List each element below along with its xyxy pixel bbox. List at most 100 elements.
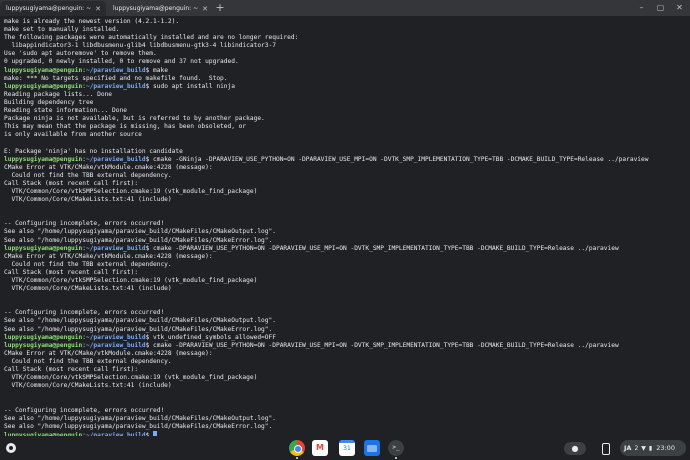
tab-terminal-2[interactable]: luppysugiyama@penguin: ~/paravi ✕ [107, 1, 213, 16]
notification-icon: 2 [634, 444, 639, 452]
running-indicator [296, 457, 298, 459]
status-area[interactable]: JA 2 ▼ ▮ 23:00 [620, 440, 686, 456]
wifi-icon: ▼ [641, 444, 646, 452]
terminal-line: See also "/home/luppysugiyama/paraview_b… [4, 236, 273, 244]
phone-hub-icon[interactable] [602, 442, 610, 455]
command-text: cmake -GNinja -DPARAVIEW_USE_PYTHON=ON -… [153, 155, 649, 163]
clock: 23:00 [656, 444, 675, 452]
tab-title: luppysugiyama@penguin: ~/paravi [6, 5, 91, 12]
calendar-icon[interactable]: 31 [339, 440, 355, 456]
terminal-line: See also "/home/luppysugiyama/paraview_b… [4, 317, 276, 325]
terminal-line: See also "/home/luppysugiyama/paraview_b… [4, 414, 276, 422]
terminal-icon[interactable]: >_ [388, 440, 404, 459]
terminal-glyph: >_ [392, 444, 400, 451]
terminal-line: VTK/Common/Core/vtkSMPSelection.cmake:19… [4, 277, 258, 284]
files-icon[interactable] [364, 440, 380, 456]
prompt-user: luppysugiyama@penguin [4, 341, 83, 349]
prompt-dollar: $ [145, 155, 154, 163]
command-text: sudo apt install ninja [153, 82, 235, 90]
terminal-line: CMake Error at VTK/CMake/vtkModule.cmake… [4, 163, 213, 171]
terminal-line: CMake Error at VTK/CMake/vtkModule.cmake… [4, 252, 213, 260]
calendar-glyph: 31 [343, 445, 351, 452]
shelf: M 31 >_ ● JA 2 ▼ ▮ 23:00 [0, 436, 690, 460]
terminal-line: is only available from another source [4, 131, 142, 139]
prompt-path: ~/paraview_build [85, 82, 146, 90]
close-window-icon[interactable]: ✕ [671, 1, 688, 15]
terminal-line: Use 'sudo apt autoremove' to remove them… [4, 50, 157, 58]
command-text: make [153, 66, 168, 74]
tab-title: luppysugiyama@penguin: ~/paravi [113, 5, 198, 12]
terminal-line: VTK/Common/Core/vtkSMPSelection.cmake:19… [4, 374, 258, 382]
prompt-user: luppysugiyama@penguin [4, 66, 83, 74]
terminal-output[interactable]: make is already the newest version (4.2.… [0, 16, 690, 436]
prompt-user: luppysugiyama@penguin [4, 82, 83, 90]
maximize-icon[interactable]: ▢ [652, 1, 669, 15]
terminal-line: The following packages were automaticall… [4, 34, 299, 42]
command-text: cmake -DPARAVIEW_USE_PYTHON=ON -DPARAVIE… [153, 341, 619, 349]
terminal-line: Call Stack (most recent call first): [4, 179, 139, 187]
terminal-line: Could not find the TBB external dependen… [4, 171, 172, 179]
terminal-line: luppysugiyama@penguin:~/paraview_build$ … [4, 67, 686, 75]
terminal-line: -- Configuring incomplete, errors occurr… [4, 220, 165, 228]
terminal-line: -- Configuring incomplete, errors occurr… [4, 309, 165, 317]
prompt-user: luppysugiyama@penguin [4, 333, 83, 341]
terminal-line: Call Stack (most recent call first): [4, 366, 139, 374]
terminal-line: make: *** No targets specified and no ma… [4, 74, 228, 82]
terminal-line: VTK/Common/Core/CMakeLists.txt:41 (inclu… [4, 382, 172, 390]
terminal-line: Could not find the TBB external dependen… [4, 260, 172, 268]
terminal-line: Package ninja is not available, but is r… [4, 115, 265, 123]
terminal-line: Reading package lists... Done [4, 90, 113, 98]
terminal-line: Call Stack (most recent call first): [4, 268, 139, 276]
launcher-circle-icon[interactable] [6, 443, 16, 453]
terminal-line: make set to manually installed. [4, 26, 120, 34]
new-tab-button[interactable]: + [214, 2, 226, 14]
terminal-line: luppysugiyama@penguin:~/paraview_build$ … [4, 245, 686, 253]
gmail-icon[interactable]: M [312, 440, 328, 456]
terminal-line: libappindicator3-1 libdbusmenu-glib4 lib… [4, 42, 276, 50]
terminal-line: This may mean that the package is missin… [4, 123, 247, 131]
prompt-dollar: $ [145, 66, 154, 74]
prompt-path: ~/paraview_build [85, 66, 146, 74]
close-icon[interactable]: ✕ [94, 5, 102, 13]
prompt-path: ~/paraview_build [85, 333, 146, 341]
command-text: vtk_undefined_symbols_allowed=OFF [153, 333, 276, 341]
close-icon[interactable]: ✕ [201, 5, 209, 13]
prompt-dollar: $ [145, 82, 154, 90]
terminal-line: VTK/Common/Core/vtkSMPSelection.cmake:19… [4, 187, 258, 195]
running-indicator [395, 457, 397, 459]
terminal-line: See also "/home/luppysugiyama/paraview_b… [4, 325, 273, 333]
terminal-line: Building dependency tree [4, 98, 94, 106]
terminal-line: make is already the newest version (4.2.… [4, 18, 180, 25]
stylus-toggle-icon[interactable]: ● [564, 442, 586, 455]
tray-left: ● [564, 441, 612, 456]
terminal-line: 0 upgraded, 0 newly installed, 0 to remo… [4, 58, 239, 66]
terminal-line: -- Configuring incomplete, errors occurr… [4, 406, 165, 414]
terminal-line: Could not find the TBB external dependen… [4, 357, 172, 365]
terminal-line: VTK/Common/Core/CMakeLists.txt:41 (inclu… [4, 196, 172, 204]
prompt-path: ~/paraview_build [85, 155, 146, 163]
terminal-line: See also "/home/luppysugiyama/paraview_b… [4, 228, 276, 236]
ime-indicator: JA [624, 444, 632, 452]
prompt-user: luppysugiyama@penguin [4, 155, 83, 163]
terminal-line: luppysugiyama@penguin:~/paraview_build$ … [4, 342, 686, 350]
terminal-line: luppysugiyama@penguin:~/paraview_build$ … [4, 83, 686, 91]
prompt-user: luppysugiyama@penguin [4, 244, 83, 252]
window-controls: – ▢ ✕ [633, 1, 688, 15]
prompt-dollar: $ [145, 333, 154, 341]
terminal-line: CMake Error at VTK/CMake/vtkModule.cmake… [4, 349, 213, 357]
prompt-path: ~/paraview_build [85, 341, 146, 349]
tab-terminal-1[interactable]: luppysugiyama@penguin: ~/paravi ✕ [0, 1, 106, 16]
prompt-dollar: $ [145, 341, 154, 349]
command-text: cmake -DPARAVIEW_USE_PYTHON=ON -DPARAVIE… [153, 244, 619, 252]
prompt-dollar: $ [145, 244, 154, 252]
gmail-glyph: M [316, 443, 324, 452]
chrome-icon[interactable] [289, 440, 305, 459]
minimize-icon[interactable]: – [633, 1, 650, 15]
